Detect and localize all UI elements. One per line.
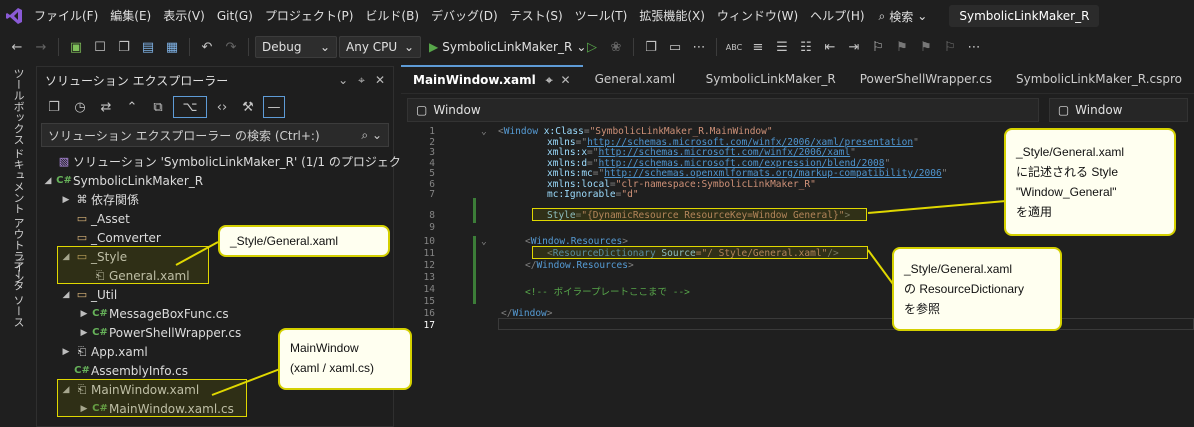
callout-style-folder: _Style/General.xaml [218,225,390,257]
callout-resource-dictionary: _Style/General.xaml の ResourceDictionary… [892,247,1062,331]
callout-style-apply: _Style/General.xaml に記述される Style "Window… [1004,128,1176,236]
callout-mainwindow: MainWindow (xaml / xaml.cs) [278,328,412,390]
visual-studio-window: ファイル(F) 編集(E) 表示(V) Git(G) プロジェクト(P) ビルド… [0,0,1194,427]
